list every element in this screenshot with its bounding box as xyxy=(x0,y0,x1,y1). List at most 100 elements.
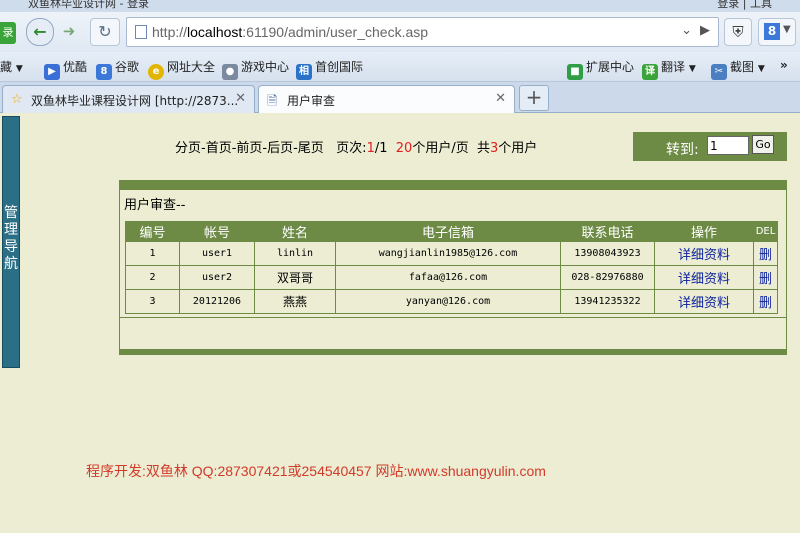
page-content: 管理导航 分页-首页-前页-后页-尾页 页次:1/1 20个用户/页 共3个用户… xyxy=(0,113,800,533)
page-icon xyxy=(135,25,147,39)
cell-action: 详细资料 xyxy=(655,242,753,265)
go-arrow-icon[interactable]: ▶ xyxy=(700,23,710,38)
page-prefix: 页次: xyxy=(336,141,367,156)
details-link[interactable]: 详细资料 xyxy=(678,272,730,287)
bookmark-youku[interactable]: ▶ 优酷 xyxy=(44,58,87,80)
new-tab-button[interactable]: + xyxy=(519,85,549,111)
forward-arrow-icon: ➜ xyxy=(62,22,76,40)
panel-footer-bar xyxy=(120,349,786,354)
cell-phone: 13908043923 xyxy=(561,242,654,265)
col-action-header: 操作 xyxy=(655,222,753,241)
tab-user-check[interactable]: 🗎 用户审查 ✕ xyxy=(258,85,515,113)
page-current: 1 xyxy=(366,141,375,156)
sidenav-label: 管理导航 xyxy=(4,205,18,272)
cell-account: user1 xyxy=(180,242,254,265)
cell-action: 详细资料 xyxy=(655,266,753,289)
shield-icon: ⛨ xyxy=(732,23,744,41)
goto-label: 转到: xyxy=(666,142,699,158)
close-icon[interactable]: ✕ xyxy=(235,91,246,106)
page-icon: 🗎 xyxy=(267,94,278,109)
refresh-button[interactable]: ↻ xyxy=(90,18,120,46)
url-path: :61190/admin/user_check.asp xyxy=(242,24,429,40)
forward-button[interactable]: ➜ xyxy=(56,18,82,44)
sidebar-nav-toggle[interactable]: 管理导航 xyxy=(2,116,20,368)
users-table: 编号 帐号 姓名 电子信箱 联系电话 操作 DEL 1 user1 linlin… xyxy=(125,221,778,314)
table-row: 3 20121206 燕燕 yanyan@126.com 13941235322… xyxy=(126,290,777,313)
extension-icon: ■ xyxy=(567,64,583,80)
cell-del: 删 xyxy=(754,290,777,313)
screenshot-button[interactable]: ✂ 截图 ▼ xyxy=(711,58,765,80)
bookmark-google[interactable]: 8 谷歌 xyxy=(96,58,139,80)
table-header-row: 编号 帐号 姓名 电子信箱 联系电话 操作 DEL xyxy=(126,222,777,241)
tab-home[interactable]: ☆ 双鱼林毕业课程设计网 [http://2873... ✕ xyxy=(2,85,255,113)
panel-title: 用户审查-- xyxy=(124,198,186,213)
details-link[interactable]: 详细资料 xyxy=(678,296,730,311)
delete-link[interactable]: 删 xyxy=(759,248,772,263)
chevron-down-icon: ▼ xyxy=(757,64,765,74)
per-page-count: 20 xyxy=(395,141,413,156)
table-row: 2 user2 双哥哥 fafaa@126.com 028-82976880 详… xyxy=(126,266,777,289)
footer-credits: 程序开发:双鱼林 QQ:287307421或254540457 网站:www.s… xyxy=(86,463,546,479)
cell-id: 2 xyxy=(126,266,179,289)
gamepad-icon: ● xyxy=(222,64,238,80)
details-link[interactable]: 详细资料 xyxy=(678,248,730,263)
col-id-header: 编号 xyxy=(126,222,179,241)
url-host: localhost xyxy=(187,24,243,40)
address-url[interactable]: http://localhost:61190/admin/user_check.… xyxy=(152,24,428,40)
delete-link[interactable]: 删 xyxy=(759,272,772,287)
youku-icon: ▶ xyxy=(44,64,60,80)
back-button[interactable]: ← xyxy=(26,18,54,46)
more-icon[interactable]: » xyxy=(780,58,788,72)
bookmark-label: 翻译 xyxy=(661,60,686,74)
site-icon: 相 xyxy=(296,64,312,80)
chevron-down-icon: ▼ xyxy=(15,64,23,74)
translate-button[interactable]: 译翻译 ▼ xyxy=(642,58,696,80)
cell-phone: 028-82976880 xyxy=(561,266,654,289)
bookmark-shouchuang[interactable]: 相首创国际 xyxy=(296,58,363,80)
bookmark-game-center[interactable]: ● 游戏中心 xyxy=(222,58,289,80)
panel-header-bar xyxy=(120,181,786,190)
security-shield-button[interactable]: ⛨ xyxy=(724,18,752,46)
goto-page-input[interactable] xyxy=(707,136,749,155)
tab-label: 双鱼林毕业课程设计网 [http://2873... xyxy=(31,94,239,108)
extension-center-button[interactable]: ■ 扩展中心 xyxy=(567,58,634,80)
col-account-header: 帐号 xyxy=(180,222,254,241)
login-badge[interactable]: 录 xyxy=(0,22,16,44)
translate-icon: 译 xyxy=(642,64,658,80)
cell-account: 20121206 xyxy=(180,290,254,313)
go-button[interactable]: Go xyxy=(752,135,774,154)
total-suffix: 个用户 xyxy=(498,141,538,156)
per-page-suffix: 个用户/页 xyxy=(412,141,469,156)
bookmark-favorites[interactable]: 藏 ▼ xyxy=(0,58,23,75)
cell-phone: 13941235322 xyxy=(561,290,654,313)
search-engine-icon: 8 xyxy=(764,23,780,40)
cell-account: user2 xyxy=(180,266,254,289)
cell-id: 3 xyxy=(126,290,179,313)
address-bar[interactable]: http://localhost:61190/admin/user_check.… xyxy=(126,17,719,47)
close-icon[interactable]: ✕ xyxy=(495,91,506,106)
chevron-down-icon[interactable]: ⌄ xyxy=(681,23,692,38)
pagination-links[interactable]: 分页-首页-前页-后页-尾页 xyxy=(175,141,324,156)
bookmark-label: 截图 xyxy=(730,60,755,74)
cell-name: 燕燕 xyxy=(255,290,335,313)
cell-email: fafaa@126.com xyxy=(336,266,560,289)
cell-del: 删 xyxy=(754,242,777,265)
delete-link[interactable]: 删 xyxy=(759,296,772,311)
bookmark-url-directory[interactable]: e 网址大全 xyxy=(148,58,215,80)
url-prefix: http:// xyxy=(152,24,188,40)
col-email-header: 电子信箱 xyxy=(336,222,560,241)
pagination: 分页-首页-前页-后页-尾页 页次:1/1 20个用户/页 共3个用户 xyxy=(175,137,537,156)
google-icon: 8 xyxy=(96,64,112,80)
cell-email: wangjianlin1985@126.com xyxy=(336,242,560,265)
cell-name: linlin xyxy=(255,242,335,265)
bookmarks-bar: 藏 ▼ ▶ 优酷 8 谷歌 e 网址大全 ● 游戏中心 相首创国际 ■ 扩展中心 译翻译 … xyxy=(0,52,800,82)
total-prefix: 共 xyxy=(476,141,490,156)
plus-icon: + xyxy=(525,85,543,109)
bookmark-label: 谷歌 xyxy=(115,60,140,74)
bookmark-label: 游戏中心 xyxy=(241,60,290,74)
url-directory-icon: e xyxy=(148,64,164,80)
search-engine-button[interactable]: 8 ▼ xyxy=(758,18,796,46)
back-arrow-icon: ← xyxy=(33,22,47,41)
tab-bar: ☆ 双鱼林毕业课程设计网 [http://2873... ✕ 🗎 用户审查 ✕ xyxy=(0,82,800,113)
panel-divider xyxy=(120,317,786,318)
